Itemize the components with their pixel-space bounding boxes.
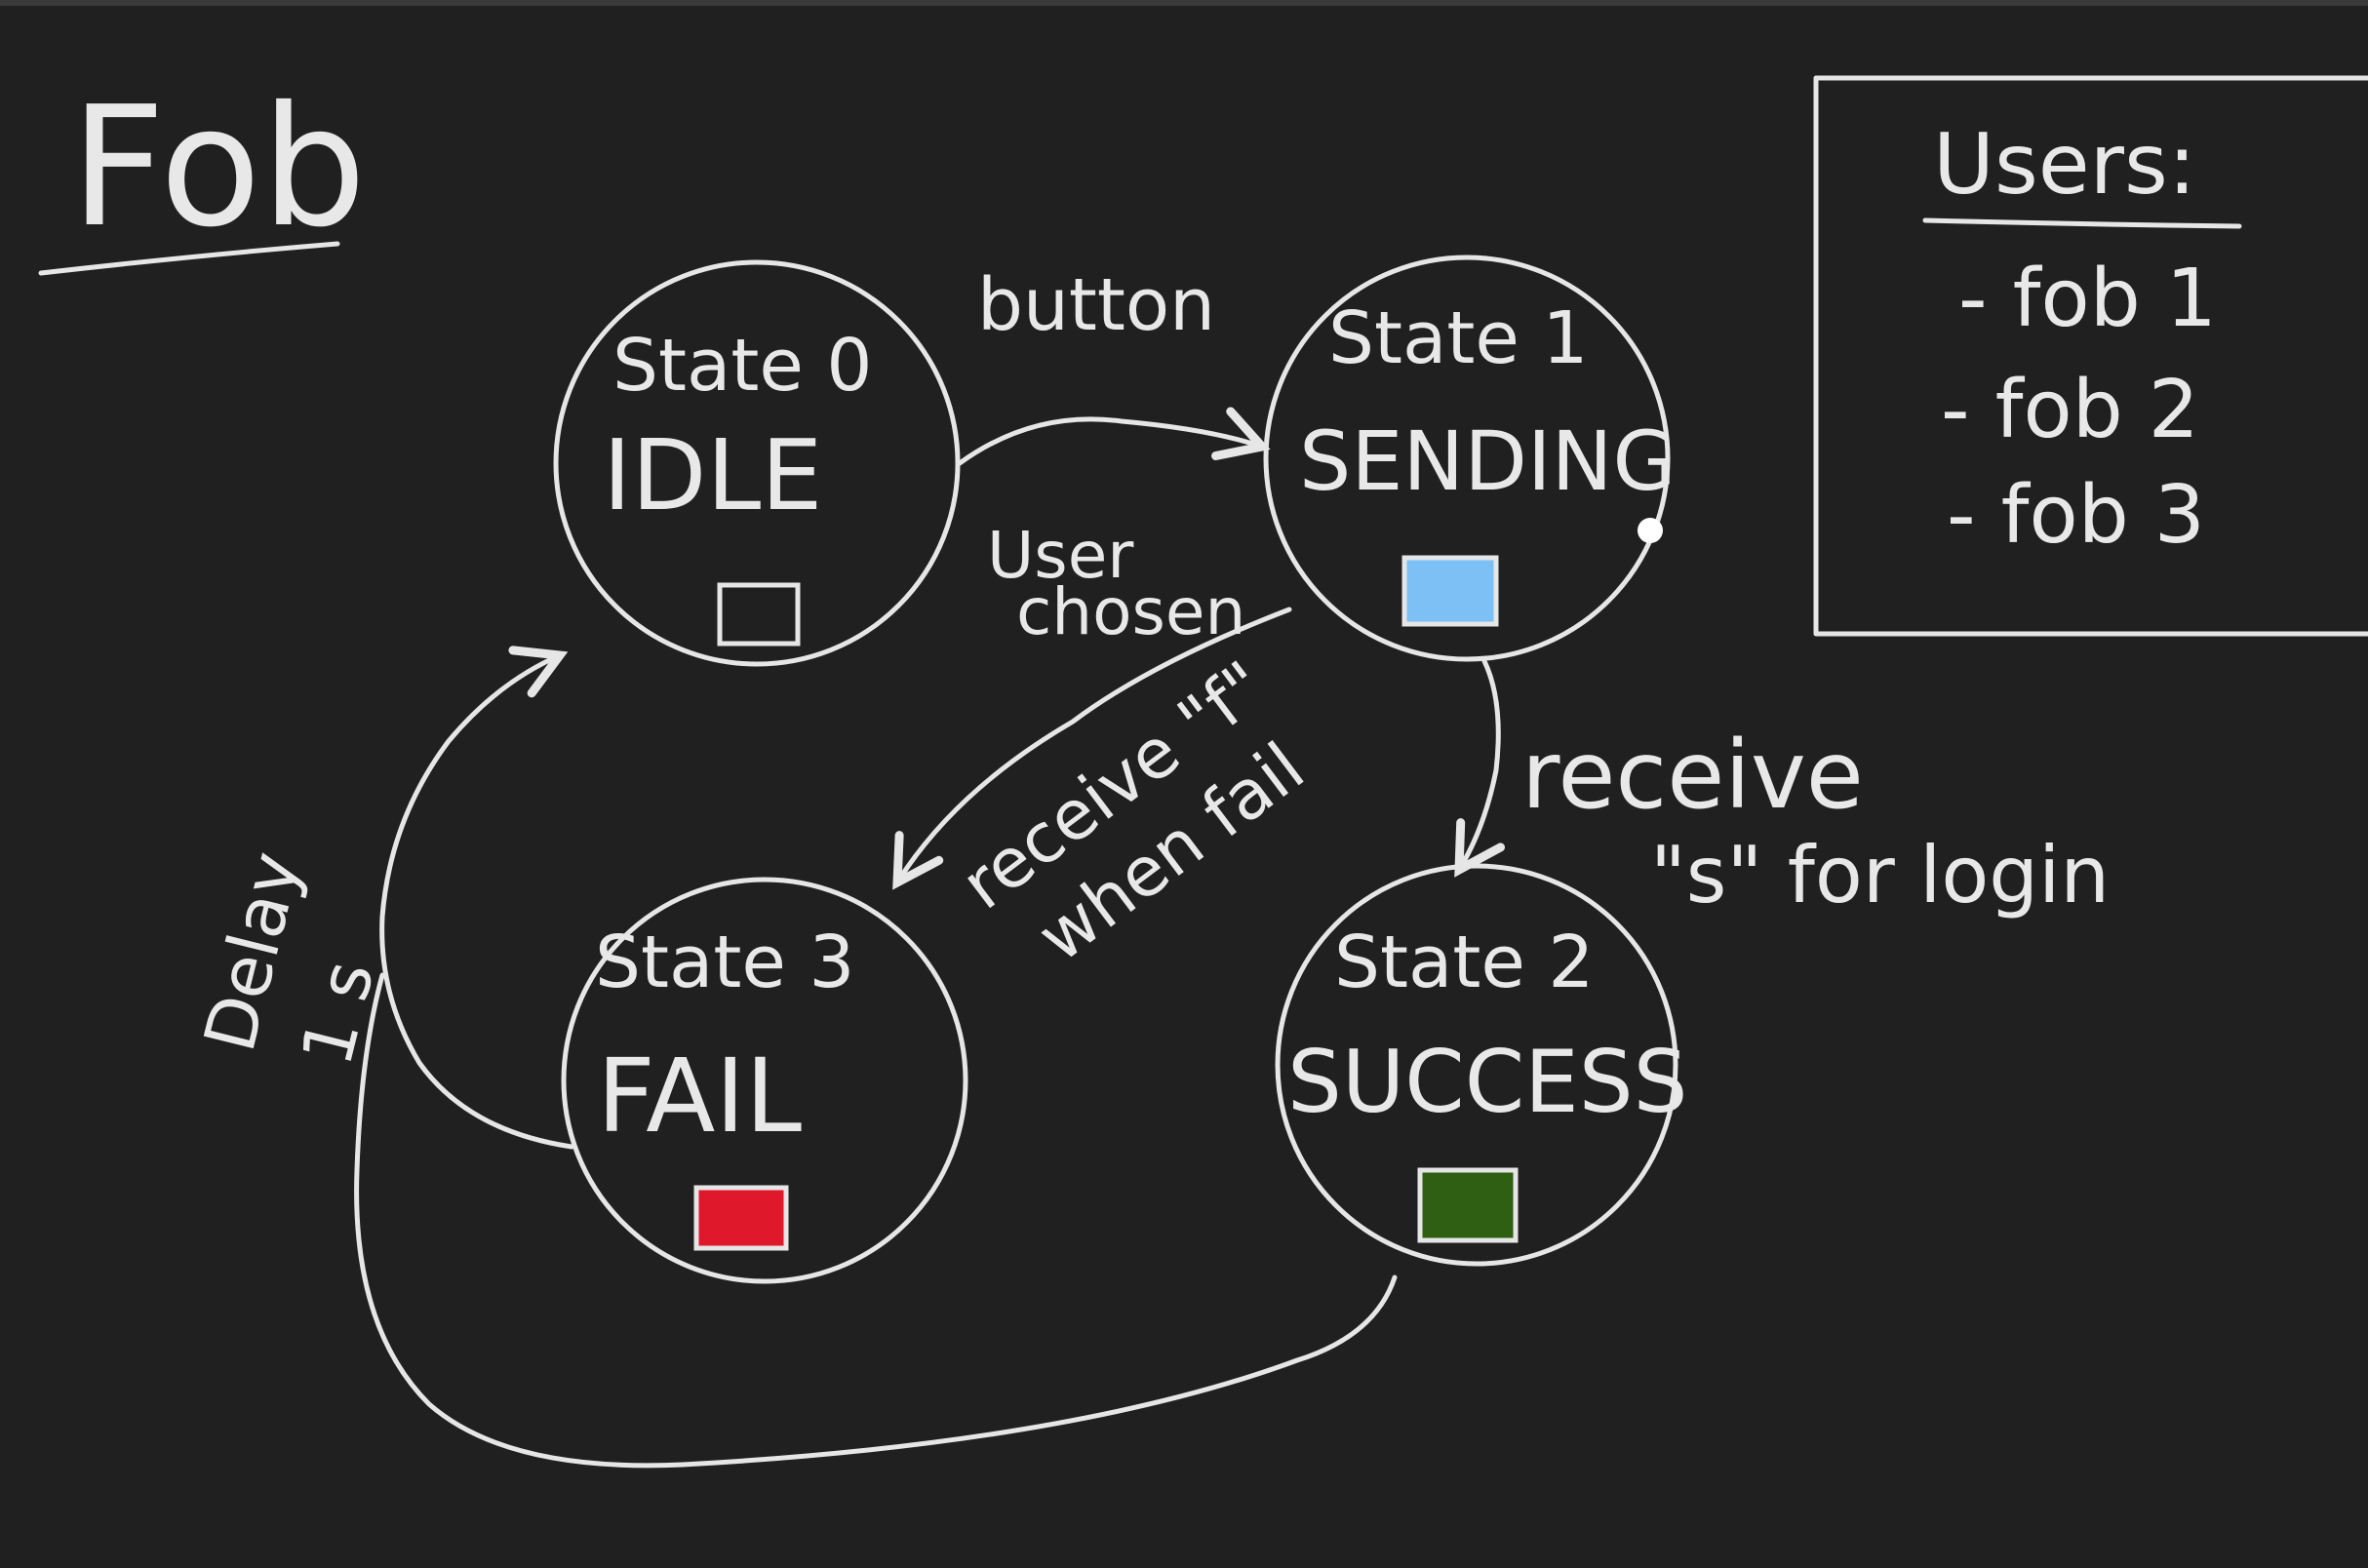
label-s-for-login: "s" for login	[1650, 830, 2110, 921]
users-box: Users: - fob 1 - fob 2 - fob 3	[1813, 75, 2368, 637]
users-item-fob3: - fob 3	[1947, 469, 2205, 562]
state-number-sending: State 1	[1328, 296, 1588, 380]
title-text: Fob	[70, 71, 367, 264]
state-name-sending: SENDING	[1299, 413, 1677, 509]
arrow-fail-to-idle	[379, 646, 574, 1150]
indicator-success	[1417, 1167, 1519, 1243]
indicator-idle	[717, 582, 801, 647]
state-number-success: State 2	[1334, 921, 1594, 1004]
state-number-idle: State 0	[612, 324, 872, 408]
cursor-dot	[1638, 518, 1663, 543]
state-name-idle: IDLE	[603, 418, 822, 532]
users-item-fob2: - fob 2	[1941, 364, 2199, 456]
arrow-sending-to-success	[1454, 658, 1506, 878]
label-chosen: chosen	[1016, 574, 1245, 649]
state-node-idle: State 0 IDLE	[553, 259, 961, 667]
state-node-success: State 2 SUCCESS	[1275, 863, 1687, 1267]
users-heading: Users:	[1933, 116, 2196, 214]
state-number-fail: State 3	[595, 921, 854, 1004]
indicator-fail	[693, 1185, 789, 1251]
label-button: button	[977, 263, 1215, 347]
arrow-idle-to-sending	[957, 407, 1271, 466]
diagram-title: Fob	[38, 71, 367, 276]
users-item-fob1: - fob 1	[1958, 253, 2217, 345]
arrow-success-to-idle	[354, 972, 1398, 1469]
transition-sending-to-fail: receive "f" when fail	[892, 607, 1319, 977]
transition-fail-to-idle: Delay 1 s	[188, 646, 574, 1150]
transition-idle-to-sending: button User chosen	[957, 263, 1271, 649]
indicator-sending	[1401, 555, 1499, 627]
fob-state-diagram: Fob Users: - fob 1 - fob 2 - fob 3 State…	[38, 71, 2368, 1469]
state-node-fail: State 3 FAIL	[561, 877, 968, 1284]
state-node-sending: State 1 SENDING	[1263, 255, 1677, 662]
users-heading-underline	[1922, 217, 2242, 229]
state-name-success: SUCCESS	[1287, 1032, 1687, 1132]
label-receive: receive	[1521, 721, 1864, 830]
state-name-fail: FAIL	[597, 1037, 802, 1156]
